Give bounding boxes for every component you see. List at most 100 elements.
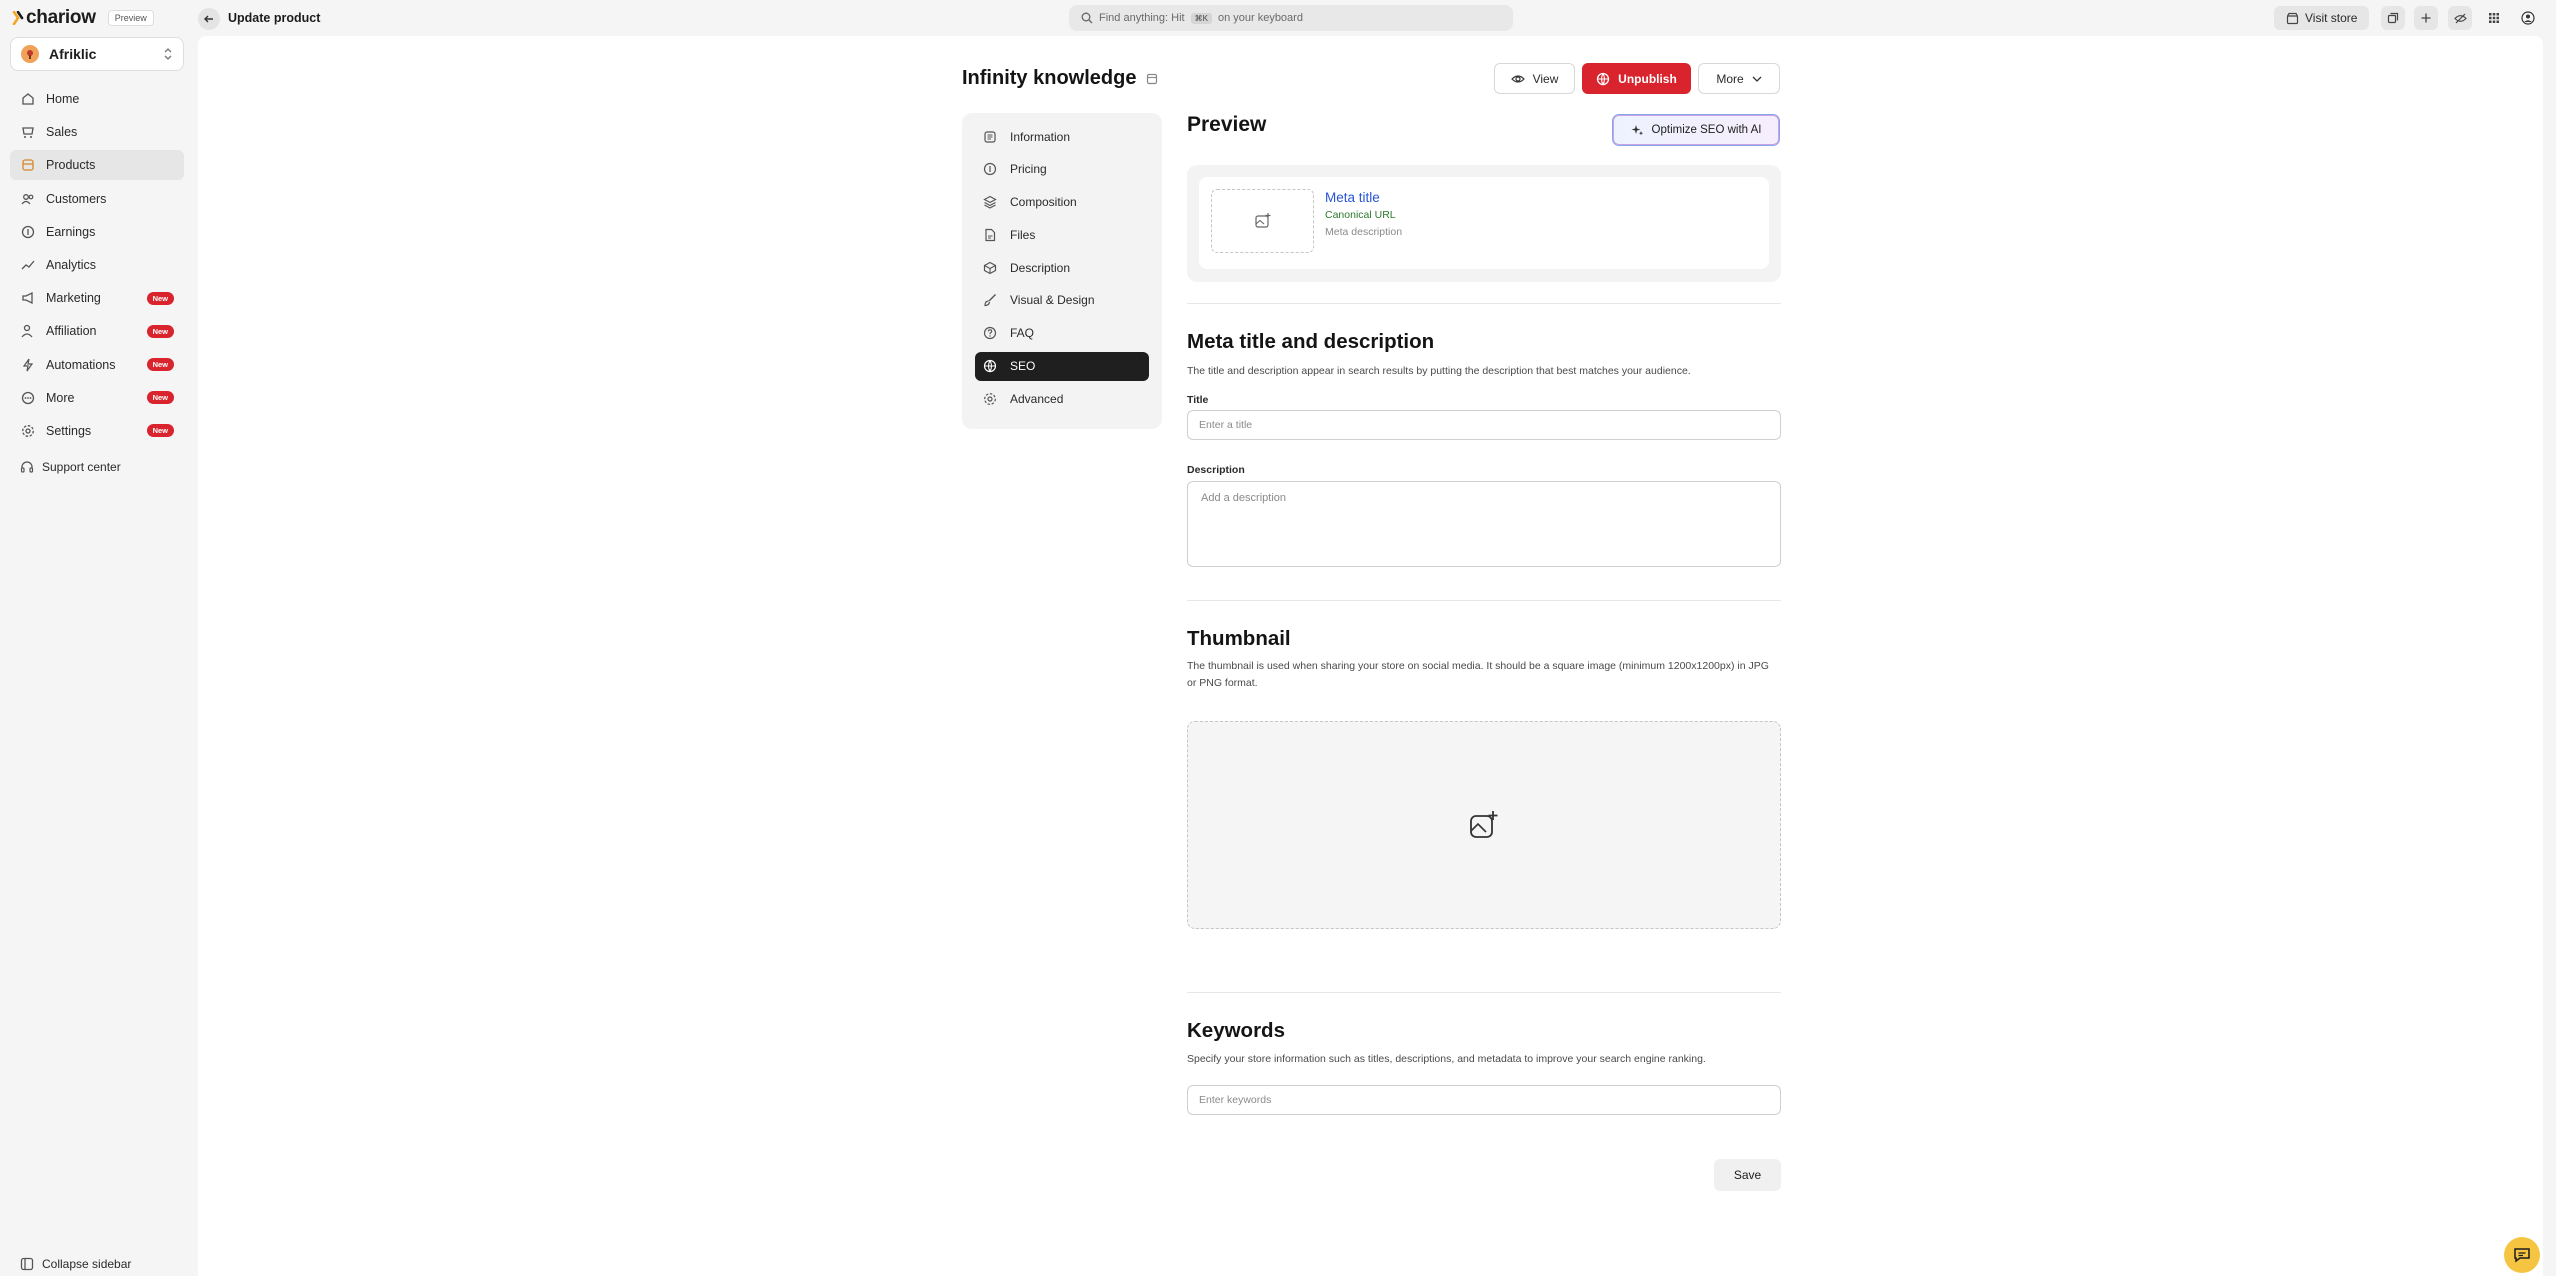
tab-files[interactable]: Files xyxy=(975,220,1149,249)
sidebar-item-affiliation[interactable]: Affiliation New xyxy=(10,316,184,346)
sidebar-item-settings[interactable]: Settings New xyxy=(10,416,184,446)
apps-button[interactable] xyxy=(2482,6,2506,30)
chat-icon xyxy=(2514,1248,2530,1263)
tab-composition[interactable]: Composition xyxy=(975,188,1149,217)
divider xyxy=(1187,600,1781,601)
tab-information[interactable]: Information xyxy=(975,122,1149,151)
new-badge: New xyxy=(146,291,174,305)
affiliation-icon xyxy=(20,323,36,339)
tab-label: Visual & Design xyxy=(1010,293,1095,308)
topbar: Update product Find anything: Hit ⌘K on … xyxy=(196,0,2556,36)
tab-label: Description xyxy=(1010,260,1071,275)
unpublish-button[interactable]: Unpublish xyxy=(1582,63,1691,94)
copy-button[interactable] xyxy=(2381,6,2405,30)
sidebar-item-more[interactable]: More New xyxy=(10,383,184,413)
visit-store-button[interactable]: Visit store xyxy=(2274,6,2370,30)
sales-icon xyxy=(20,124,36,140)
new-badge: New xyxy=(146,324,174,338)
store-avatar xyxy=(21,45,39,63)
product-header: Infinity knowledge xyxy=(962,67,1158,90)
more-icon xyxy=(20,390,36,406)
store-switcher[interactable]: Afriklic xyxy=(10,37,184,71)
sidebar-collapse-icon xyxy=(20,1257,34,1271)
more-label: More xyxy=(1716,71,1744,86)
product-box-icon xyxy=(1147,73,1158,84)
sidebar-item-label: Products xyxy=(46,158,96,173)
earnings-icon xyxy=(20,224,36,240)
divider xyxy=(1187,992,1781,993)
new-badge: New xyxy=(146,358,174,371)
eye-off-icon xyxy=(2453,13,2467,23)
tab-description[interactable]: Description xyxy=(975,253,1149,282)
info-icon xyxy=(982,129,998,145)
tab-label: Advanced xyxy=(1010,391,1064,406)
sidebar-item-home[interactable]: Home xyxy=(10,84,184,114)
automations-icon xyxy=(20,357,36,373)
save-button[interactable]: Save xyxy=(1714,1159,1781,1191)
sidebar-item-label: Earnings xyxy=(46,224,96,239)
tab-visual-design[interactable]: Visual & Design xyxy=(975,286,1149,315)
arrow-left-icon xyxy=(204,15,213,23)
brand-logo[interactable]: chariow xyxy=(12,7,96,29)
add-button[interactable] xyxy=(2414,6,2438,30)
search-preview-inner: Meta title Canonical URL Meta descriptio… xyxy=(1199,177,1769,269)
meta-help-text: The title and description appear in sear… xyxy=(1187,365,1691,377)
brand: chariow Preview xyxy=(12,7,154,29)
hide-button[interactable] xyxy=(2448,6,2472,30)
image-add-icon xyxy=(1470,811,1498,838)
preview-meta-description: Meta description xyxy=(1325,226,1403,238)
preview-image-placeholder xyxy=(1211,189,1314,253)
sidebar-item-marketing[interactable]: Marketing New xyxy=(10,283,184,313)
sidebar-item-label: Settings xyxy=(46,423,92,438)
sidebar-item-label: Sales xyxy=(46,125,78,140)
support-center-link[interactable]: Support center xyxy=(20,460,121,474)
account-button[interactable] xyxy=(2516,6,2540,30)
optimize-seo-ai-button[interactable]: Optimize SEO with AI xyxy=(1612,114,1780,146)
layers-icon xyxy=(982,194,998,210)
meta-description-input[interactable] xyxy=(1187,481,1781,567)
back-button[interactable] xyxy=(198,8,220,30)
thumbnail-help-text: The thumbnail is used when sharing your … xyxy=(1187,660,1769,689)
keywords-input[interactable] xyxy=(1187,1085,1781,1115)
question-icon xyxy=(982,325,998,341)
tab-faq[interactable]: FAQ xyxy=(975,319,1149,348)
sidebar-item-label: Home xyxy=(46,92,80,106)
unpublish-label: Unpublish xyxy=(1618,71,1677,86)
new-badge: New xyxy=(146,391,174,405)
chevron-updown-icon xyxy=(164,48,172,60)
sidebar-item-earnings[interactable]: Earnings xyxy=(10,217,184,247)
support-center-label: Support center xyxy=(42,460,121,474)
sidebar-item-products[interactable]: Products xyxy=(10,150,184,181)
chariow-logo-icon xyxy=(12,11,24,25)
sidebar-item-analytics[interactable]: Analytics xyxy=(10,250,184,280)
globe-icon xyxy=(982,358,998,374)
more-button[interactable]: More xyxy=(1698,63,1780,94)
divider xyxy=(1187,303,1781,304)
visit-store-label: Visit store xyxy=(2305,11,2358,25)
keywords-help-text: Specify your store information such as t… xyxy=(1187,1053,1706,1065)
collapse-sidebar-label: Collapse sidebar xyxy=(42,1257,132,1271)
sidebar-nav: Home Sales Products Customers Earnings A… xyxy=(10,84,184,449)
meta-title-input[interactable] xyxy=(1187,410,1781,440)
sidebar-item-sales[interactable]: Sales xyxy=(10,117,184,147)
search-suffix: on your keyboard xyxy=(1217,12,1303,24)
eye-icon xyxy=(1510,74,1525,83)
pricing-icon xyxy=(982,161,998,177)
tab-pricing[interactable]: Pricing xyxy=(975,155,1149,184)
home-icon xyxy=(20,91,36,107)
new-badge: New xyxy=(146,424,174,438)
support-chat-button[interactable] xyxy=(2504,1237,2540,1273)
sidebar: chariow Preview Afriklic Home Sales Prod… xyxy=(0,0,196,1276)
collapse-sidebar-button[interactable]: Collapse sidebar xyxy=(20,1257,131,1271)
thumbnail-dropzone[interactable] xyxy=(1187,721,1781,929)
global-search[interactable]: Find anything: Hit ⌘K on your keyboard xyxy=(1069,5,1513,31)
analytics-icon xyxy=(20,257,36,273)
tab-seo[interactable]: SEO xyxy=(975,351,1149,381)
sidebar-item-label: Automations xyxy=(46,357,116,372)
view-button[interactable]: View xyxy=(1494,63,1575,94)
sidebar-item-customers[interactable]: Customers xyxy=(10,184,184,214)
sidebar-item-label: Affiliation xyxy=(46,324,97,339)
sidebar-item-automations[interactable]: Automations New xyxy=(10,350,184,380)
advanced-icon xyxy=(982,391,998,407)
tab-advanced[interactable]: Advanced xyxy=(975,384,1149,413)
